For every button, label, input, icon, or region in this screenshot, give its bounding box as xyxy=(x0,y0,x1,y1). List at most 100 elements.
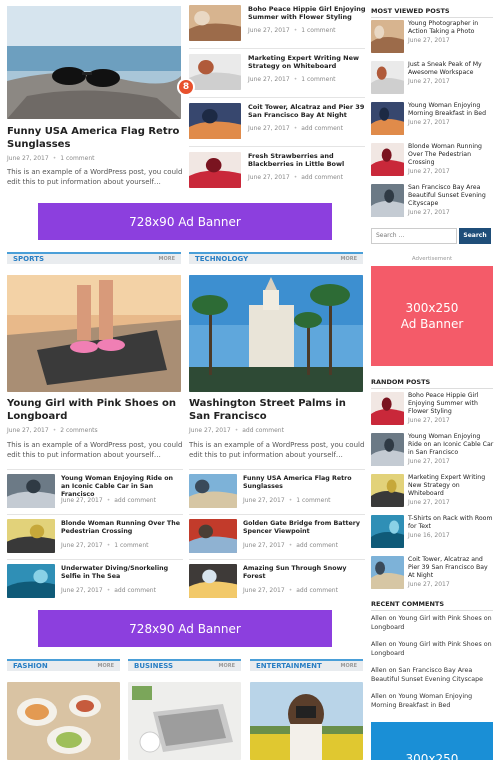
section-title[interactable]: SPORTS xyxy=(13,255,44,263)
ad-banner-300x250-bottom[interactable]: 300x250 xyxy=(371,722,493,760)
post-thumbnail[interactable] xyxy=(371,61,404,94)
post-comments[interactable]: add comment xyxy=(301,174,343,181)
post-comments[interactable]: 1 comment xyxy=(296,497,330,504)
ad-banner-728x90[interactable]: 728x90 Ad Banner xyxy=(38,203,332,240)
post-thumbnail[interactable] xyxy=(371,20,404,53)
post-title[interactable]: Underwater Diving/Snorkeling Selfie in T… xyxy=(61,565,183,581)
post-thumbnail[interactable] xyxy=(7,474,55,508)
post-thumbnail[interactable] xyxy=(189,564,237,598)
search-input[interactable]: Search … xyxy=(371,228,457,244)
post-thumbnail[interactable] xyxy=(371,556,404,589)
sports-main-title[interactable]: Young Girl with Pink Shoes on Longboard xyxy=(7,398,183,423)
post-comments[interactable]: add comment xyxy=(114,497,156,504)
post-comments[interactable]: add comment xyxy=(242,427,284,434)
post-title[interactable]: San Francisco Bay Area Beautiful Sunset … xyxy=(408,184,494,208)
sidebar-post-item[interactable]: Young Woman Enjoying Ride on an Iconic C… xyxy=(371,433,493,467)
post-comments[interactable]: add comment xyxy=(296,587,338,594)
post-thumbnail[interactable] xyxy=(189,152,241,188)
section-title[interactable]: ENTERTAINMENT xyxy=(256,662,322,670)
post-title[interactable]: Boho Peace Hippie Girl Enjoying Summer w… xyxy=(408,392,494,416)
post-thumbnail[interactable] xyxy=(371,143,404,176)
post-thumbnail[interactable] xyxy=(371,515,404,548)
more-link[interactable]: MORE xyxy=(219,663,236,669)
sidebar-post-item[interactable]: Marketing Expert Writing New Strategy on… xyxy=(371,474,493,508)
more-link[interactable]: MORE xyxy=(341,663,358,669)
featured-excerpt: This is an example of a WordPress post, … xyxy=(7,168,183,187)
search-button[interactable]: Search xyxy=(459,228,491,244)
post-title[interactable]: Boho Peace Hippie Girl Enjoying Summer w… xyxy=(248,5,366,21)
post-comments[interactable]: add comment xyxy=(296,542,338,549)
sidebar-post-item[interactable]: Boho Peace Hippie Girl Enjoying Summer w… xyxy=(371,392,493,426)
sidebar-post-item[interactable]: Young Woman Enjoying Morning Breakfast i… xyxy=(371,102,493,136)
post-title[interactable]: Blonde Woman Running Over The Pedestrian… xyxy=(408,143,494,167)
post-date: June 27, 2017 xyxy=(248,76,290,83)
post-comments[interactable]: 1 comment xyxy=(301,76,335,83)
post-comments[interactable]: 1 comment xyxy=(301,27,335,34)
featured-image[interactable] xyxy=(7,6,181,119)
post-title[interactable]: Funny USA America Flag Retro Sunglasses xyxy=(243,475,365,491)
post-title[interactable]: Young Woman Enjoying Ride on an Iconic C… xyxy=(61,475,183,499)
comment-author[interactable]: Allen xyxy=(371,667,387,674)
post-title[interactable]: Young Woman Enjoying Morning Breakfast i… xyxy=(408,102,494,118)
post-title[interactable]: Amazing Sun Through Snowy Forest xyxy=(243,565,365,581)
post-thumbnail[interactable] xyxy=(7,519,55,553)
post-title[interactable]: Young Woman Enjoying Ride on an Iconic C… xyxy=(408,433,494,457)
post-comments[interactable]: add comment xyxy=(114,587,156,594)
post-title[interactable]: Marketing Expert Writing New Strategy on… xyxy=(408,474,494,498)
random-posts-heading: RANDOM POSTS xyxy=(371,378,493,389)
post-thumbnail[interactable] xyxy=(189,519,237,553)
sidebar-post-item[interactable]: Just a Sneak Peak of My Awesome Workspac… xyxy=(371,61,493,95)
post-thumbnail[interactable] xyxy=(7,564,55,598)
section-title[interactable]: BUSINESS xyxy=(134,662,173,670)
post-comments[interactable]: 1 comment xyxy=(114,542,148,549)
comment-author[interactable]: Allen xyxy=(371,693,387,700)
post-comments[interactable]: 2 comments xyxy=(60,427,97,434)
post-title[interactable]: Fresh Strawberries and Blackberries in L… xyxy=(248,152,366,168)
post-thumbnail[interactable] xyxy=(371,474,404,507)
post-meta: June 27, 2017 • 1 comment xyxy=(248,76,336,83)
more-link[interactable]: MORE xyxy=(159,256,176,262)
comment-author[interactable]: Allen xyxy=(371,641,387,648)
post-thumbnail[interactable] xyxy=(189,54,241,90)
post-thumbnail[interactable] xyxy=(371,392,404,425)
post-title[interactable]: Golden Gate Bridge from Battery Spencer … xyxy=(243,520,365,536)
featured-comments[interactable]: 1 comment xyxy=(60,155,94,162)
more-link[interactable]: MORE xyxy=(98,663,115,669)
sidebar-post-item[interactable]: T-Shirts on Rack with Room for Text June … xyxy=(371,515,493,549)
post-thumbnail[interactable] xyxy=(371,102,404,135)
post-title[interactable]: Blonde Woman Running Over The Pedestrian… xyxy=(61,520,183,536)
sidebar-post-item[interactable]: Young Photographer in Action Taking a Ph… xyxy=(371,20,493,54)
recent-comment: Allen on Young Girl with Pink Shoes on L… xyxy=(371,640,495,658)
section-title[interactable]: TECHNOLOGY xyxy=(195,255,248,263)
ad-banner-300x250[interactable]: 300x250 Ad Banner xyxy=(371,266,493,366)
post-title[interactable]: Young Photographer in Action Taking a Ph… xyxy=(408,20,494,36)
list-divider xyxy=(7,514,183,515)
post-comments[interactable]: add comment xyxy=(301,125,343,132)
sports-main-image[interactable] xyxy=(7,275,181,392)
fashion-image[interactable] xyxy=(7,682,120,760)
business-image[interactable] xyxy=(128,682,241,760)
post-title[interactable]: Coit Tower, Alcatraz and Pier 39 San Fra… xyxy=(248,103,366,119)
post-thumbnail[interactable] xyxy=(189,474,237,508)
comment-author[interactable]: Allen xyxy=(371,615,387,622)
post-thumbnail[interactable] xyxy=(371,184,404,217)
section-title[interactable]: FASHION xyxy=(13,662,48,670)
post-title[interactable]: Marketing Expert Writing New Strategy on… xyxy=(248,54,366,70)
post-thumbnail[interactable] xyxy=(189,5,241,41)
sidebar-post-item[interactable]: Coit Tower, Alcatraz and Pier 39 San Fra… xyxy=(371,556,493,590)
post-title[interactable]: Coit Tower, Alcatraz and Pier 39 San Fra… xyxy=(408,556,494,580)
sidebar-post-item[interactable]: Blonde Woman Running Over The Pedestrian… xyxy=(371,143,493,177)
technology-main-image[interactable] xyxy=(189,275,363,392)
featured-title[interactable]: Funny USA America Flag Retro Sunglasses xyxy=(7,126,183,151)
post-title[interactable]: T-Shirts on Rack with Room for Text xyxy=(408,515,494,531)
sidebar-post-item[interactable]: San Francisco Bay Area Beautiful Sunset … xyxy=(371,184,493,218)
post-title[interactable]: Just a Sneak Peak of My Awesome Workspac… xyxy=(408,61,494,77)
post-thumbnail[interactable] xyxy=(189,103,241,139)
more-link[interactable]: MORE xyxy=(341,256,358,262)
entertainment-image[interactable] xyxy=(250,682,363,760)
post-date: June 27, 2017 xyxy=(243,497,285,504)
ad-banner-728x90-second[interactable]: 728x90 Ad Banner xyxy=(38,610,332,647)
comment-post-link[interactable]: Young Woman Enjoying Morning Breakfast i… xyxy=(371,693,472,709)
technology-main-title[interactable]: Washington Street Palms in San Francisco xyxy=(189,398,365,423)
post-thumbnail[interactable] xyxy=(371,433,404,466)
